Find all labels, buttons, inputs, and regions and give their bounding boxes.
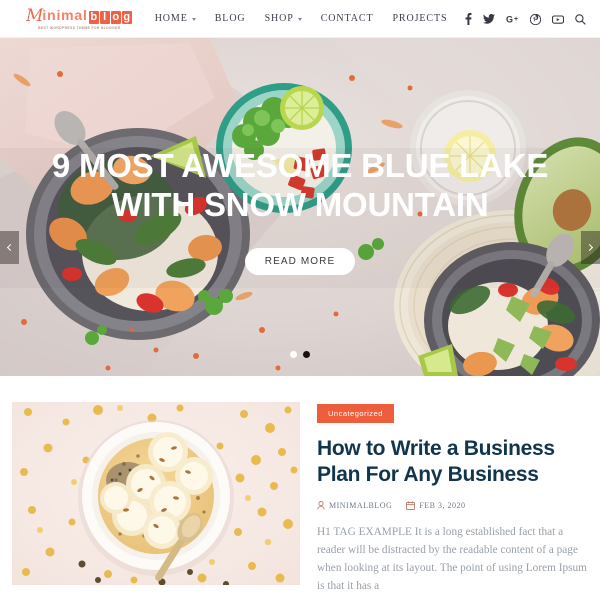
calendar-icon bbox=[406, 501, 416, 510]
main-navigation: HOME BLOG SHOP CONTACT PROJECTS bbox=[155, 13, 448, 24]
post-meta: MINIMALBLOG FEB 3, 2020 bbox=[317, 501, 588, 510]
slider-next-arrow[interactable] bbox=[581, 231, 600, 264]
post-excerpt: H1 TAG EXAMPLE It is a long established … bbox=[317, 526, 587, 592]
twitter-icon[interactable] bbox=[483, 14, 495, 24]
slider-prev-arrow[interactable] bbox=[0, 231, 19, 264]
pinterest-icon[interactable] bbox=[530, 13, 541, 25]
social-links: G + bbox=[465, 0, 586, 38]
nav-label-home: HOME bbox=[154, 13, 188, 24]
chevron-right-icon bbox=[585, 243, 594, 252]
post-author-label: MINIMALBLOG bbox=[329, 501, 393, 510]
post-title[interactable]: How to Write a Business Plan For Any Bus… bbox=[317, 436, 588, 488]
search-icon[interactable] bbox=[575, 13, 586, 25]
nav-label-projects: PROJECTS bbox=[392, 13, 448, 24]
logo-script-letter: M bbox=[26, 6, 43, 26]
chevron-down-icon bbox=[191, 18, 196, 21]
logo-box-g: g bbox=[121, 11, 132, 24]
oatmeal-bowl-image bbox=[12, 402, 300, 585]
slider-dot-2[interactable] bbox=[303, 351, 310, 358]
post-card: Uncategorized How to Write a Business Pl… bbox=[12, 402, 588, 595]
slider-pagination bbox=[0, 351, 600, 358]
post-list: Uncategorized How to Write a Business Pl… bbox=[0, 376, 600, 595]
hero-slider: 9 MOST AWESOME BLUE LAKE WITH SNOW MOUNT… bbox=[0, 38, 600, 376]
logo-tagline: Best WordPress Theme for Blogger bbox=[38, 26, 121, 30]
logo-box-o: o bbox=[110, 11, 121, 24]
nav-label-contact: CONTACT bbox=[320, 13, 374, 24]
chevron-down-icon bbox=[297, 18, 302, 21]
nav-item-contact[interactable]: CONTACT bbox=[321, 13, 374, 24]
hero-title: 9 MOST AWESOME BLUE LAKE WITH SNOW MOUNT… bbox=[51, 147, 549, 223]
post-category-badge[interactable]: Uncategorized bbox=[317, 404, 394, 423]
nav-item-shop[interactable]: SHOP bbox=[265, 13, 302, 24]
slider-dot-1[interactable] bbox=[290, 351, 297, 358]
logo-boxed-letters: b l o g bbox=[88, 11, 133, 24]
nav-item-home[interactable]: HOME bbox=[155, 13, 196, 24]
post-thumbnail[interactable] bbox=[12, 402, 300, 585]
site-header: M inimal b l o g Best WordPress Theme fo… bbox=[0, 0, 600, 38]
chevron-left-icon bbox=[6, 243, 15, 252]
svg-text:G: G bbox=[506, 15, 513, 25]
nav-label-blog: BLOG bbox=[214, 13, 246, 24]
hero-caption: 9 MOST AWESOME BLUE LAKE WITH SNOW MOUNT… bbox=[0, 146, 600, 275]
nav-item-projects[interactable]: PROJECTS bbox=[392, 13, 447, 24]
logo-box-b: b bbox=[88, 11, 99, 24]
logo-mid-text: inimal bbox=[42, 7, 88, 23]
google-plus-icon[interactable]: G + bbox=[506, 14, 519, 25]
site-logo[interactable]: M inimal b l o g Best WordPress Theme fo… bbox=[26, 7, 133, 30]
svg-text:+: + bbox=[514, 16, 518, 23]
nav-label-shop: SHOP bbox=[264, 13, 294, 24]
nav-item-blog[interactable]: BLOG bbox=[215, 13, 246, 24]
logo-wordmark: M inimal b l o g bbox=[26, 6, 133, 26]
post-date-label: FEB 3, 2020 bbox=[419, 501, 466, 510]
post-date[interactable]: FEB 3, 2020 bbox=[406, 501, 465, 510]
logo-box-l: l bbox=[99, 11, 110, 24]
user-icon bbox=[317, 501, 325, 510]
read-more-button[interactable]: READ MORE bbox=[244, 248, 356, 275]
post-author[interactable]: MINIMALBLOG bbox=[317, 501, 392, 510]
post-content: Uncategorized How to Write a Business Pl… bbox=[317, 402, 588, 595]
facebook-icon[interactable] bbox=[465, 13, 472, 25]
youtube-icon[interactable] bbox=[552, 14, 564, 24]
